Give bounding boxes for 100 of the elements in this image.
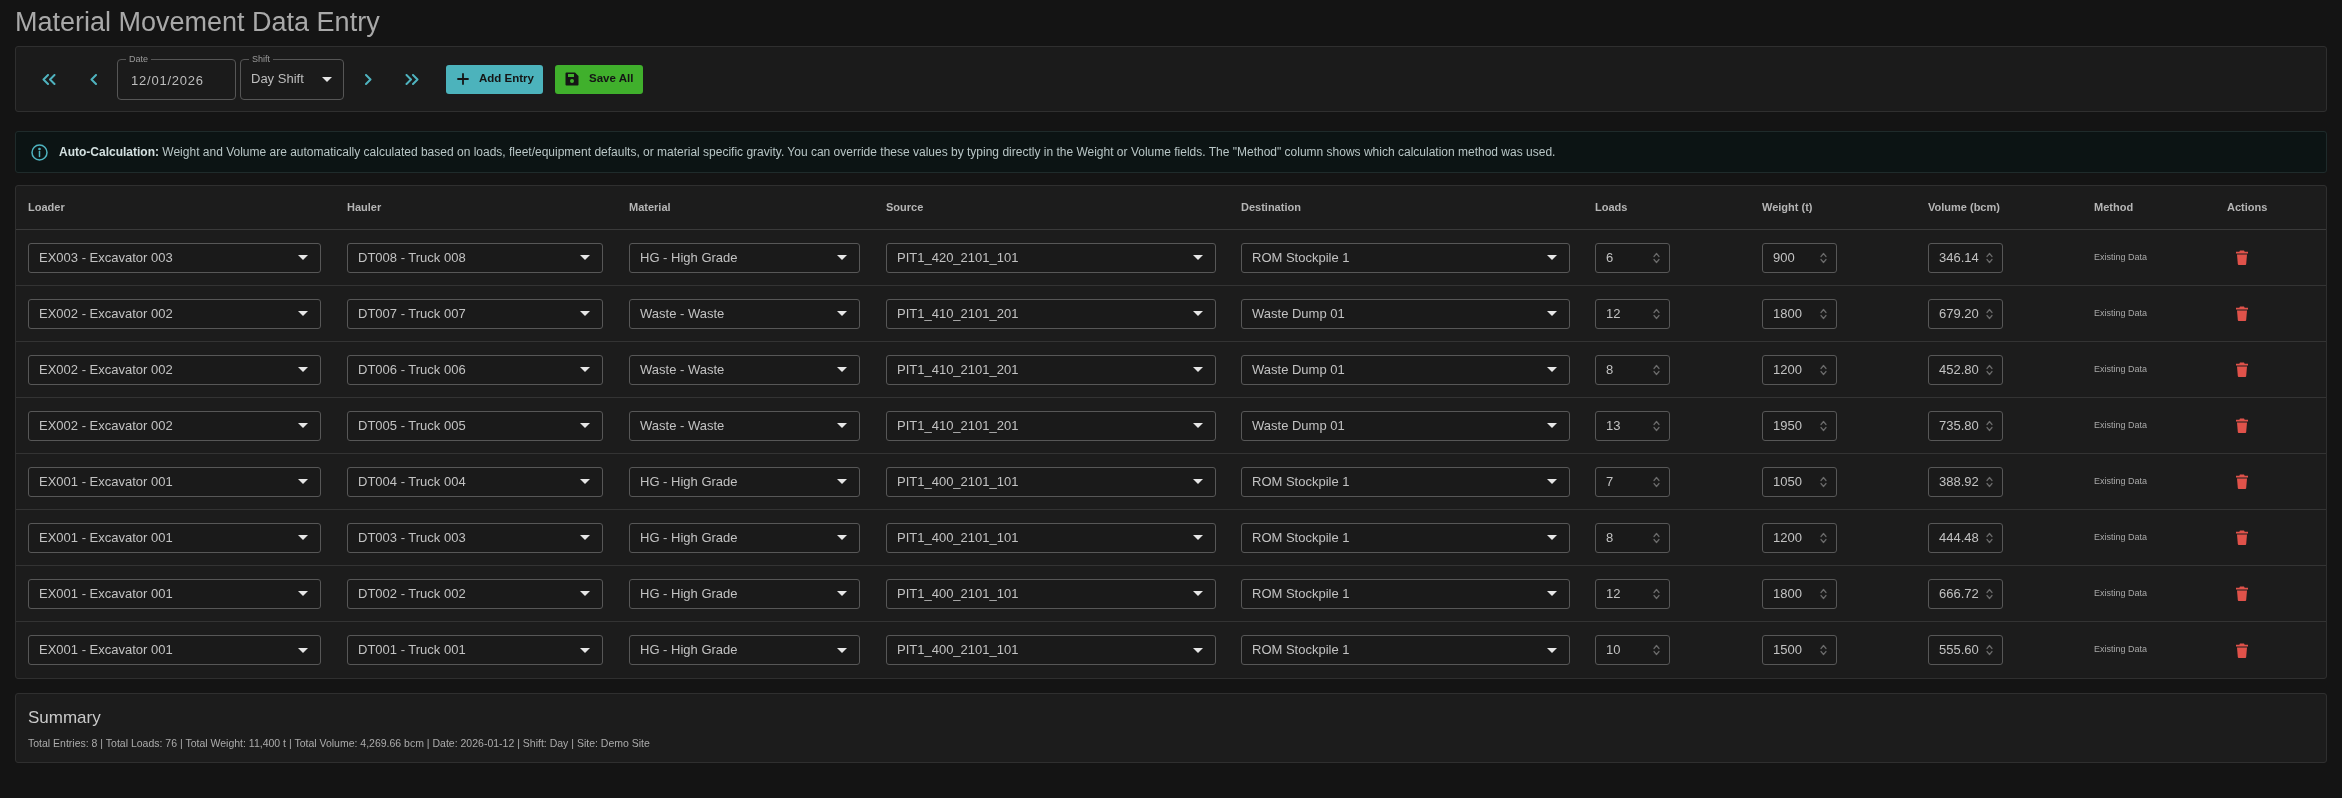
weight-field[interactable]: 1500 xyxy=(1762,635,1837,665)
weight-field[interactable]: 900 xyxy=(1762,242,1837,273)
loader-select[interactable]: EX003 - Excavator 003 xyxy=(28,242,321,273)
caret-down-icon xyxy=(1193,591,1203,596)
source-select[interactable]: PIT1_410_2101_201 xyxy=(886,298,1216,329)
delete-button[interactable] xyxy=(2234,472,2250,491)
volume-field[interactable]: 452.80 xyxy=(1928,354,2003,385)
caret-down-icon xyxy=(1547,535,1557,540)
delete-button[interactable] xyxy=(2234,360,2250,379)
trash-icon xyxy=(2236,530,2248,545)
delete-button[interactable] xyxy=(2234,584,2250,603)
weight-field[interactable]: 1800 xyxy=(1762,298,1837,329)
summary-text: Total Entries: 8 | Total Loads: 76 | Total Weight: 11,400 t | Total Volume: 4,269.66 bcm | Date: 2026-01-12 | Shift: Day | Site: Demo Site xyxy=(28,736,650,750)
destination-select[interactable]: Waste Dump 01 xyxy=(1241,354,1570,385)
loads-field[interactable]: 10 xyxy=(1595,635,1670,665)
destination-select[interactable]: Waste Dump 01 xyxy=(1241,298,1570,329)
save-all-button[interactable]: Save All xyxy=(555,64,643,94)
summary-title: Summary xyxy=(28,707,101,729)
volume-field[interactable]: 388.92 xyxy=(1928,466,2003,497)
spinner-icon xyxy=(1986,307,1993,320)
destination-select[interactable]: ROM Stockpile 1 xyxy=(1241,578,1570,609)
material-select[interactable]: HG - High Grade xyxy=(629,242,860,273)
delete-button[interactable] xyxy=(2234,304,2250,323)
loader-select[interactable]: EX001 - Excavator 001 xyxy=(28,466,321,497)
hauler-select[interactable]: DT005 - Truck 005 xyxy=(347,410,603,441)
caret-down-icon xyxy=(580,647,590,653)
volume-field[interactable]: 679.20 xyxy=(1928,298,2003,329)
caret-down-icon xyxy=(837,367,847,372)
loader-select[interactable]: EX001 - Excavator 001 xyxy=(28,578,321,609)
volume-field[interactable]: 666.72 xyxy=(1928,578,2003,609)
loader-select[interactable]: EX002 - Excavator 002 xyxy=(28,410,321,441)
hauler-select[interactable]: DT002 - Truck 002 xyxy=(347,578,603,609)
destination-select[interactable]: ROM Stockpile 1 xyxy=(1241,635,1570,665)
hauler-select[interactable]: DT006 - Truck 006 xyxy=(347,354,603,385)
loader-select[interactable]: EX002 - Excavator 002 xyxy=(28,298,321,329)
material-select[interactable]: Waste - Waste xyxy=(629,410,860,441)
volume-field[interactable]: 735.80 xyxy=(1928,410,2003,441)
destination-select[interactable]: ROM Stockpile 1 xyxy=(1241,466,1570,497)
spinner-icon xyxy=(1986,419,1993,432)
spinner-icon xyxy=(1820,587,1827,600)
info-text: Auto-Calculation: Weight and Volume are automatically calculated based on loads, fleet/equipment defaults, or material specific gravity. You can override these values by typing directly in the Weight or Volume fields. The "Method" column shows which calculation method was used. xyxy=(59,144,1556,161)
caret-down-icon xyxy=(1193,311,1203,316)
hauler-select[interactable]: DT008 - Truck 008 xyxy=(347,242,603,273)
loader-select[interactable]: EX001 - Excavator 001 xyxy=(28,522,321,553)
source-select[interactable]: PIT1_420_2101_101 xyxy=(886,242,1216,273)
source-select[interactable]: PIT1_400_2101_101 xyxy=(886,466,1216,497)
hauler-select[interactable]: DT004 - Truck 004 xyxy=(347,466,603,497)
material-select[interactable]: HG - High Grade xyxy=(629,466,860,497)
caret-down-icon xyxy=(1547,311,1557,316)
column-header: Source xyxy=(886,200,924,216)
source-select[interactable]: PIT1_410_2101_201 xyxy=(886,410,1216,441)
weight-field[interactable]: 1200 xyxy=(1762,354,1837,385)
loads-field[interactable]: 12 xyxy=(1595,578,1670,609)
loads-field[interactable]: 12 xyxy=(1595,298,1670,329)
loads-field[interactable]: 13 xyxy=(1595,410,1670,441)
source-select[interactable]: PIT1_400_2101_101 xyxy=(886,635,1216,665)
column-header: Volume (bcm) xyxy=(1928,200,2000,216)
hauler-select[interactable]: DT003 - Truck 003 xyxy=(347,522,603,553)
trash-icon xyxy=(2236,250,2248,265)
spinner-icon xyxy=(1653,363,1660,376)
spinner-icon xyxy=(1653,644,1660,656)
spinner-icon xyxy=(1986,363,1993,376)
shift-label: Shift xyxy=(249,52,273,65)
hauler-select[interactable]: DT001 - Truck 001 xyxy=(347,635,603,665)
destination-select[interactable]: Waste Dump 01 xyxy=(1241,410,1570,441)
caret-down-icon xyxy=(1193,367,1203,372)
loads-field[interactable]: 6 xyxy=(1595,242,1670,273)
source-select[interactable]: PIT1_410_2101_201 xyxy=(886,354,1216,385)
material-select[interactable]: HG - High Grade xyxy=(629,522,860,553)
loader-select[interactable]: EX001 - Excavator 001 xyxy=(28,635,321,665)
destination-select[interactable]: ROM Stockpile 1 xyxy=(1241,522,1570,553)
loads-field[interactable]: 7 xyxy=(1595,466,1670,497)
volume-field[interactable]: 346.14 xyxy=(1928,242,2003,273)
delete-button[interactable] xyxy=(2234,416,2250,435)
weight-field[interactable]: 1200 xyxy=(1762,522,1837,553)
trash-icon xyxy=(2236,418,2248,433)
material-select[interactable]: HG - High Grade xyxy=(629,578,860,609)
volume-field[interactable]: 444.48 xyxy=(1928,522,2003,553)
spinner-icon xyxy=(1653,475,1660,488)
delete-button[interactable] xyxy=(2234,528,2250,547)
source-select[interactable]: PIT1_400_2101_101 xyxy=(886,578,1216,609)
loads-field[interactable]: 8 xyxy=(1595,522,1670,553)
hauler-select[interactable]: DT007 - Truck 007 xyxy=(347,298,603,329)
material-select[interactable]: Waste - Waste xyxy=(629,298,860,329)
delete-button[interactable] xyxy=(2234,248,2250,267)
material-select[interactable]: HG - High Grade xyxy=(629,635,860,665)
weight-field[interactable]: 1050 xyxy=(1762,466,1837,497)
caret-down-icon xyxy=(837,647,847,653)
loader-select[interactable]: EX002 - Excavator 002 xyxy=(28,354,321,385)
volume-field[interactable]: 555.60 xyxy=(1928,635,2003,665)
loads-field[interactable]: 8 xyxy=(1595,354,1670,385)
destination-select[interactable]: ROM Stockpile 1 xyxy=(1241,242,1570,273)
spinner-icon xyxy=(1820,307,1827,320)
add-entry-button[interactable]: Add Entry xyxy=(446,64,543,94)
source-select[interactable]: PIT1_400_2101_101 xyxy=(886,522,1216,553)
column-header: Loader xyxy=(28,200,65,216)
weight-field[interactable]: 1950 xyxy=(1762,410,1837,441)
spinner-icon xyxy=(1820,475,1827,488)
material-select[interactable]: Waste - Waste xyxy=(629,354,860,385)
weight-field[interactable]: 1800 xyxy=(1762,578,1837,609)
